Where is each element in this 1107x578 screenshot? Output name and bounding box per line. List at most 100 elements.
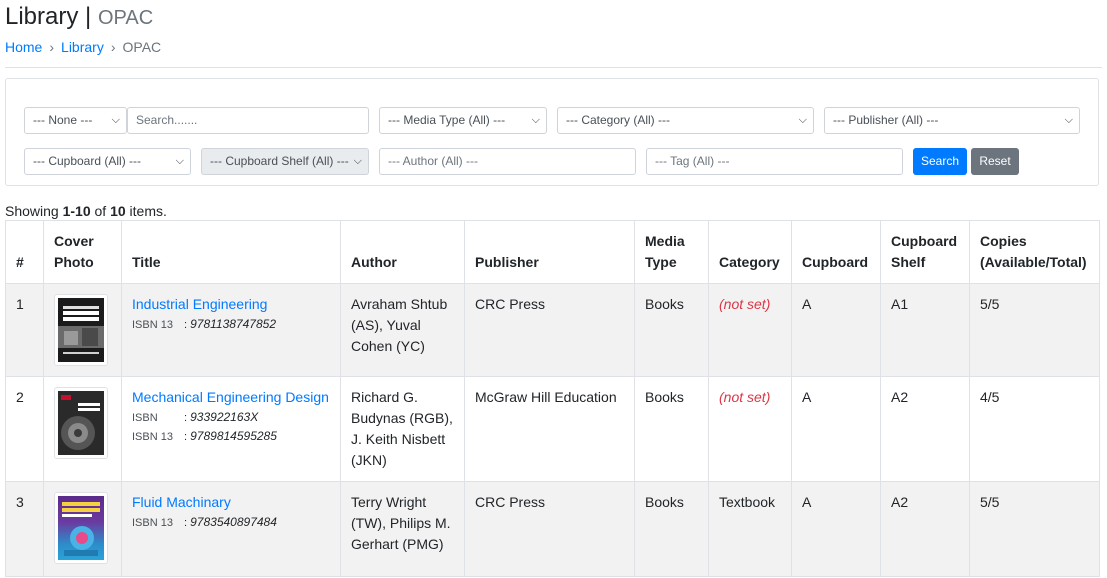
- search-field-select[interactable]: --- None --- ⌵: [24, 107, 127, 134]
- summary-total: 10: [110, 203, 126, 219]
- summary-range: 1-10: [62, 203, 91, 219]
- author-line: Avraham Shtub: [351, 296, 448, 312]
- filter-panel: --- None --- ⌵ Search....... --- Media T…: [5, 78, 1099, 186]
- col-header-shelf-l2: Shelf: [891, 254, 926, 270]
- col-header-title: Title: [121, 220, 341, 284]
- col-header-publisher: Publisher: [464, 220, 635, 284]
- cell-media-type: Books: [634, 283, 709, 377]
- results-summary: Showing 1-10 of 10 items.: [5, 203, 1102, 219]
- category-not-set: (not set): [719, 389, 771, 405]
- cell-category: Textbook: [708, 481, 792, 577]
- cell-cupboard: A: [791, 283, 881, 377]
- summary-suffix: items.: [125, 203, 167, 219]
- col-header-cupboard-shelf: Cupboard Shelf: [880, 220, 970, 284]
- cell-cupboard-shelf: A1: [880, 283, 970, 377]
- cover-photo[interactable]: [54, 492, 108, 564]
- search-input[interactable]: Search.......: [127, 107, 369, 134]
- cell-copies: 4/5: [969, 376, 1100, 482]
- col-header-num: #: [5, 220, 44, 284]
- cell-copies: 5/5: [969, 283, 1100, 377]
- media-type-select-value: --- Media Type (All) ---: [388, 113, 506, 127]
- breadcrumb-home-link[interactable]: Home: [5, 39, 42, 55]
- isbn-row: ISBN 13: 9781138747852: [132, 315, 330, 334]
- isbn-label: ISBN: [132, 412, 158, 424]
- isbn-label: ISBN 13: [132, 431, 173, 443]
- author-line: Cohen (YC): [351, 338, 425, 354]
- category-select[interactable]: --- Category (All) --- ⌵: [557, 107, 814, 134]
- cell-cupboard: A: [791, 481, 881, 577]
- author-line: Gerhart (PMG): [351, 536, 444, 552]
- chevron-down-icon: ⌵: [1064, 114, 1073, 126]
- tag-input[interactable]: --- Tag (All) ---: [646, 148, 903, 175]
- chevron-down-icon: ⌵: [353, 155, 362, 167]
- author-line: (TW), Philips M.: [351, 515, 451, 531]
- book-title-link[interactable]: Mechanical Engineering Design: [132, 389, 329, 405]
- author-line: Budynas (RGB),: [351, 410, 453, 426]
- book-title-link[interactable]: Fluid Machinary: [132, 494, 231, 510]
- col-header-cover: Cover Photo: [43, 220, 122, 284]
- col-header-author-label: Author: [351, 254, 397, 270]
- cell-num: 2: [5, 376, 44, 482]
- cell-cover: [43, 283, 122, 377]
- book-cover-image: [58, 391, 104, 455]
- cupboard-select[interactable]: --- Cupboard (All) --- ⌵: [24, 148, 191, 175]
- cell-num: 1: [5, 283, 44, 377]
- page-title-main: Library: [5, 3, 79, 30]
- cover-photo[interactable]: [54, 294, 108, 366]
- isbn-value: 9781138747852: [190, 317, 276, 331]
- reset-button[interactable]: Reset: [971, 148, 1019, 175]
- cell-num: 3: [5, 481, 44, 577]
- cell-publisher: McGraw Hill Education: [464, 376, 635, 482]
- isbn-row: ISBN 13: 9789814595285: [132, 427, 330, 446]
- col-header-media-l1: Media: [645, 233, 685, 249]
- summary-prefix: Showing: [5, 203, 63, 219]
- isbn-value: 9789814595285: [190, 429, 277, 443]
- title-separator: |: [85, 3, 92, 30]
- cover-photo[interactable]: [54, 387, 108, 459]
- cell-media-type: Books: [634, 481, 709, 577]
- chevron-down-icon: ⌵: [531, 114, 540, 126]
- cell-media-type: Books: [634, 376, 709, 482]
- page-subtitle: OPAC: [97, 7, 154, 29]
- search-button[interactable]: Search: [913, 148, 967, 175]
- col-header-copies-l1: Copies: [980, 233, 1027, 249]
- summary-of: of: [90, 203, 111, 219]
- isbn-row: ISBN: 933922163X: [132, 408, 330, 427]
- col-header-cover-l1: Cover: [54, 233, 94, 249]
- table-header-row: # Cover Photo Title Author Publisher Medi…: [5, 220, 1100, 284]
- search-input-placeholder: Search.......: [136, 113, 198, 127]
- author-line: (AS), Yuval: [351, 317, 421, 333]
- col-header-copies-l2: (Available/Total): [980, 254, 1087, 270]
- publisher-select[interactable]: --- Publisher (All) --- ⌵: [824, 107, 1080, 134]
- author-input[interactable]: --- Author (All) ---: [379, 148, 636, 175]
- cupboard-shelf-select[interactable]: --- Cupboard Shelf (All) --- ⌵: [201, 148, 369, 175]
- col-header-media-type: Media Type: [634, 220, 709, 284]
- cupboard-select-value: --- Cupboard (All) ---: [33, 154, 142, 168]
- cell-cover: [43, 481, 122, 577]
- cell-publisher: CRC Press: [464, 283, 635, 377]
- category-select-value: --- Category (All) ---: [566, 113, 670, 127]
- breadcrumb-divider: ›: [49, 39, 55, 55]
- author-line: Terry Wright: [351, 494, 427, 510]
- cell-publisher: CRC Press: [464, 481, 635, 577]
- cell-author: Richard G. Budynas (RGB), J. Keith Nisbett…: [340, 376, 465, 482]
- search-field-select-value: --- None ---: [33, 113, 93, 127]
- cell-author: Terry Wright (TW), Philips M. Gerhart (PMG…: [340, 481, 465, 577]
- cell-cupboard-shelf: A2: [880, 376, 970, 482]
- cell-title: Mechanical Engineering Design ISBN: 9339…: [121, 376, 341, 482]
- cupboard-shelf-select-value: --- Cupboard Shelf (All) ---: [210, 154, 349, 168]
- author-line: (JKN): [351, 452, 387, 468]
- author-input-placeholder: --- Author (All) ---: [388, 154, 478, 168]
- breadcrumb-library-link[interactable]: Library: [61, 39, 104, 55]
- cell-cover: [43, 376, 122, 482]
- col-header-cupboard-label: Cupboard: [802, 254, 869, 270]
- book-title-link[interactable]: Industrial Engineering: [132, 296, 267, 312]
- cell-category: (not set): [708, 283, 792, 377]
- media-type-select[interactable]: --- Media Type (All) --- ⌵: [379, 107, 547, 134]
- header-divider: [5, 67, 1102, 68]
- col-header-category: Category: [708, 220, 792, 284]
- col-header-category-label: Category: [719, 254, 780, 270]
- cell-category: (not set): [708, 376, 792, 482]
- chevron-down-icon: ⌵: [798, 114, 807, 126]
- col-header-media-l2: Type: [645, 254, 677, 270]
